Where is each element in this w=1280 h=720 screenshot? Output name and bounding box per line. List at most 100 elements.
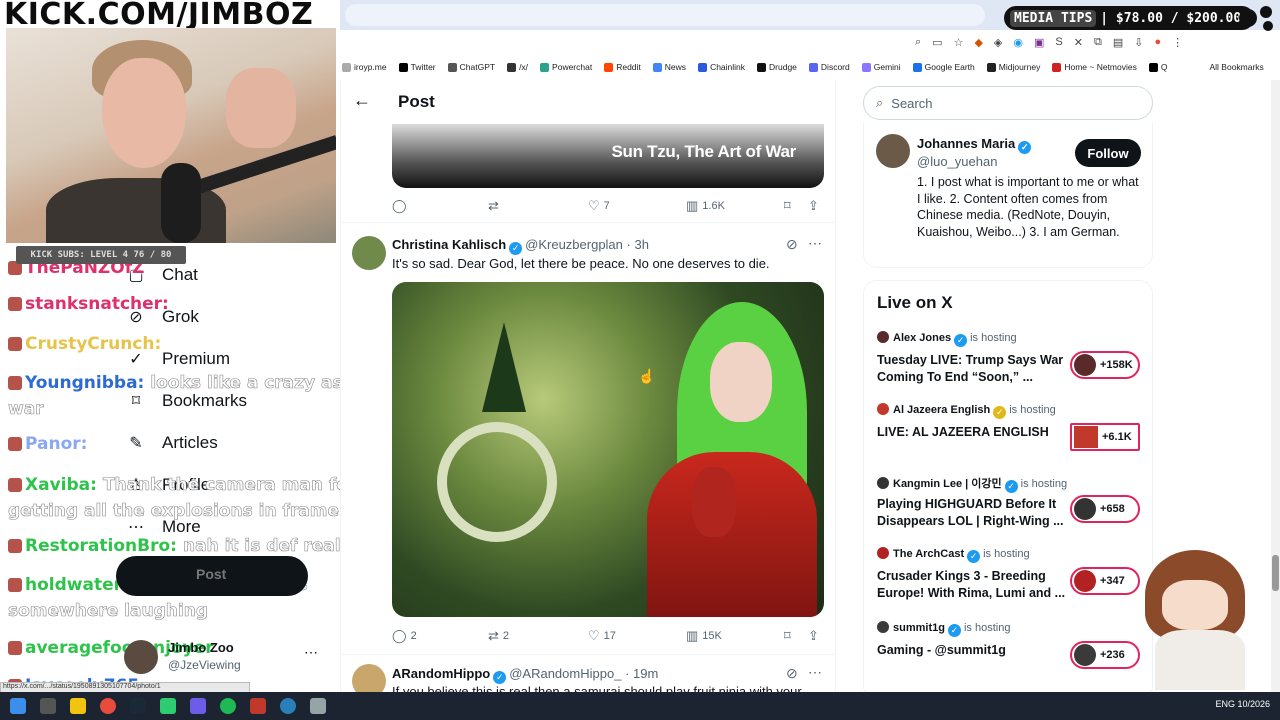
bookmark-label: Google Earth (924, 62, 975, 72)
profile-name[interactable]: Johannes Maria ✓ (917, 136, 1034, 154)
live-item[interactable]: Al Jazeera English ✓ is hosting LIVE: AL JA… (877, 403, 1142, 467)
post-button[interactable]: Post (116, 556, 308, 596)
s-extension-icon[interactable]: S (1055, 36, 1062, 48)
live-item[interactable]: Kangmin Lee | 이강민 ✓ is hosting Playing HIGH… (877, 475, 1142, 539)
reply-button[interactable]: ◯ 2 (392, 628, 417, 644)
share-button[interactable]: ⇪ (808, 628, 819, 644)
share-button[interactable]: ⇪ (808, 198, 819, 214)
audio-extension-icon[interactable]: ◉ (1013, 36, 1023, 49)
bookmark-favicon-icon (1148, 62, 1158, 72)
tweet-header: Christina Kahlisch ✓ @Kreuzbergplan · 3h (392, 237, 649, 255)
tweet-author-handle[interactable]: @Kreuzbergplan (525, 237, 623, 252)
bookmark-label: Home ~ Netmovies (1064, 62, 1137, 72)
live-item[interactable]: summit1g ✓ is hosting Gaming - @summit1g +23… (877, 621, 1142, 685)
x-extension-icon[interactable]: ✕ (1074, 36, 1083, 49)
file-explorer-icon[interactable] (70, 698, 86, 714)
repost-button[interactable]: ⇄ (488, 198, 503, 214)
tweet-time[interactable]: · 3h (627, 237, 649, 252)
profile-avatar-icon[interactable]: ● (1154, 36, 1161, 48)
listener-count-pill[interactable]: +658 (1070, 495, 1140, 523)
bookmark-item[interactable]: iroyp.me (342, 62, 387, 72)
listener-count-pill[interactable]: +158K (1070, 351, 1140, 379)
scrollbar-thumb[interactable] (1272, 555, 1279, 591)
task-view-icon[interactable] (40, 698, 56, 714)
bookmark-item[interactable]: /x/ (507, 62, 528, 72)
like-button[interactable]: ♡ 17 (588, 628, 616, 644)
like-button[interactable]: ♡ 7 (588, 198, 610, 214)
tweet-author-name[interactable]: ARandomHippo (392, 666, 490, 681)
bookmark-item[interactable]: Reddit (604, 62, 641, 72)
more-icon[interactable]: ⋯ (808, 664, 823, 681)
profile-handle[interactable]: @luo_yuehan (917, 154, 997, 169)
bookmark-item[interactable]: Home ~ Netmovies (1052, 62, 1137, 72)
app-icon[interactable] (310, 698, 326, 714)
grok-icon[interactable]: ⊘ (786, 236, 799, 253)
follow-button[interactable]: Follow (1075, 139, 1141, 167)
views-button[interactable]: ▥ 1.6K (686, 198, 725, 214)
bookmark-item[interactable]: Drudge (757, 62, 797, 72)
star-icon[interactable]: ☆ (954, 36, 964, 49)
tweet-author-name[interactable]: Christina Kahlisch (392, 237, 506, 252)
grok-icon[interactable]: ⊘ (786, 665, 799, 682)
views-button[interactable]: ▥ 15K (686, 628, 722, 644)
steam-icon[interactable] (130, 698, 146, 714)
post-media-image[interactable]: Sun Tzu, The Art of War (392, 124, 824, 188)
listener-count-pill[interactable]: +6.1K (1070, 423, 1140, 451)
live-item[interactable]: The ArchCast ✓ is hosting Crusader Kings 3 … (877, 547, 1142, 611)
avatar[interactable] (352, 236, 386, 270)
post-media-image[interactable] (392, 282, 824, 617)
vpn-extension-icon[interactable]: ▣ (1034, 36, 1044, 49)
all-bookmarks-button[interactable]: All Bookmarks (1209, 62, 1263, 72)
zoom-icon[interactable]: ⌕ (915, 36, 921, 49)
tweet-author-handle[interactable]: @ARandomHippo_ (509, 666, 621, 681)
more-icon[interactable]: ⋯ (304, 644, 318, 661)
puzzle-icon[interactable]: ⧉ (1094, 36, 1102, 49)
nav-item-articles[interactable]: ✎ Articles (126, 433, 218, 453)
nav-item-label: Articles (162, 433, 218, 452)
scrollbar[interactable] (1271, 80, 1280, 692)
downloads-icon[interactable]: ⇩ (1134, 36, 1143, 49)
listener-count-pill[interactable]: +236 (1070, 641, 1140, 669)
sidepanel-icon[interactable]: ▤ (1113, 36, 1123, 49)
telegram-icon[interactable] (280, 698, 296, 714)
bookmark-item[interactable]: Midjourney (986, 62, 1040, 72)
discord-icon[interactable] (190, 698, 206, 714)
more-icon[interactable]: ⋯ (808, 235, 823, 252)
extension-icon[interactable]: ◆ (974, 36, 982, 49)
cast-icon[interactable]: ▭ (932, 36, 942, 49)
webcam-hand (226, 68, 296, 148)
listener-count-pill[interactable]: +347 (1070, 567, 1140, 595)
bookmark-button[interactable]: ⌑ (784, 628, 791, 644)
tweet-time[interactable]: · 19m (625, 666, 658, 681)
windows-start-icon[interactable] (10, 698, 26, 714)
shield-extension-icon[interactable]: ◈ (994, 36, 1002, 49)
bookmark-item[interactable]: Q (1148, 62, 1167, 72)
app-icon[interactable] (250, 698, 266, 714)
bookmark-item[interactable]: ChatGPT (447, 62, 495, 72)
menu-icon[interactable]: ⋮ (1172, 36, 1183, 49)
back-arrow-icon[interactable]: ← (353, 90, 371, 111)
tweet-text: It's so sad. Dear God, let there be peac… (392, 256, 770, 271)
avatar[interactable] (352, 664, 386, 692)
bookmark-item[interactable]: Gemini (861, 62, 901, 72)
live-host-name: Alex Jones (893, 332, 952, 344)
spotify-icon[interactable] (220, 698, 236, 714)
live-item[interactable]: Alex Jones ✓ is hosting Tuesday LIVE: Trump… (877, 331, 1142, 395)
repost-button[interactable]: ⇄ 2 (488, 628, 509, 644)
app-icon[interactable] (160, 698, 176, 714)
bookmark-item[interactable]: Chainlink (698, 62, 745, 72)
address-bar[interactable] (345, 4, 985, 26)
avatar[interactable] (876, 134, 910, 168)
bookmark-icon: ⌑ (784, 198, 791, 213)
account-switcher[interactable]: Jimbo Zoo @JzeViewing ⋯ (124, 638, 324, 678)
bookmark-item[interactable]: Discord (808, 62, 850, 72)
chrome-icon[interactable] (100, 698, 116, 714)
bookmark-item[interactable]: Google Earth (912, 62, 975, 72)
bookmark-item[interactable]: Powerchat (540, 62, 592, 72)
share-icon: ⇪ (808, 198, 819, 213)
bookmark-button[interactable]: ⌑ (784, 198, 791, 214)
reply-button[interactable]: ◯ (392, 198, 411, 214)
search-input[interactable]: ⌕ Search (863, 86, 1153, 120)
bookmark-item[interactable]: News (652, 62, 686, 72)
bookmark-item[interactable]: Twitter (398, 62, 436, 72)
